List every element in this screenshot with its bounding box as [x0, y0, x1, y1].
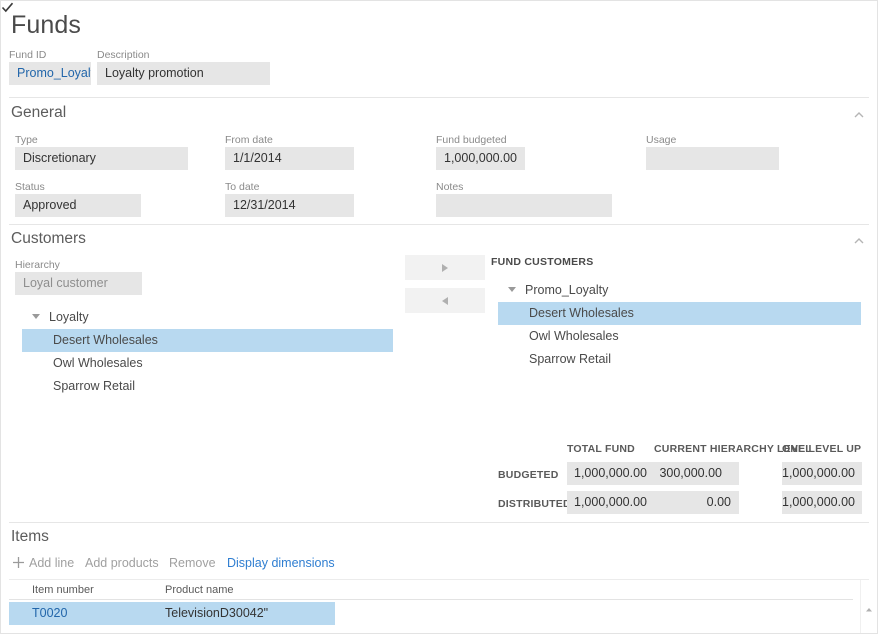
- description-field[interactable]: Loyalty promotion: [97, 62, 270, 85]
- tree-item-label: Desert Wholesales: [53, 333, 158, 347]
- notes-label: Notes: [436, 181, 464, 193]
- items-section-divider: [9, 522, 869, 523]
- type-field[interactable]: Discretionary: [15, 147, 188, 170]
- usage-label: Usage: [646, 134, 677, 146]
- from-date-label: From date: [225, 134, 273, 146]
- matrix-column-header: TOTAL FUND: [567, 443, 635, 455]
- matrix-cell-distributed-one-level-up[interactable]: 1,000,000.00: [782, 491, 862, 514]
- tree-item-label: Promo_Loyalty: [525, 283, 609, 297]
- chevron-up-icon[interactable]: [853, 235, 865, 247]
- tree-leaf[interactable]: Sparrow Retail: [498, 348, 861, 371]
- from-date-field[interactable]: 1/1/2014: [225, 147, 354, 170]
- triangle-left-icon: [442, 296, 448, 305]
- to-date-label: To date: [225, 181, 260, 193]
- matrix-cell-distributed-current-level[interactable]: 0.00: [654, 491, 739, 514]
- fund-customers-tree: Promo_Loyalty Desert Wholesales Owl Wholes…: [498, 279, 861, 371]
- general-section-title: General: [11, 104, 67, 121]
- hierarchy-label: Hierarchy: [15, 259, 60, 271]
- items-section-title: Items: [11, 528, 49, 545]
- fund-id-field[interactable]: Promo_Loyalty: [9, 62, 91, 85]
- matrix-cell-budgeted-current-level[interactable]: 300,000.00: [654, 462, 739, 485]
- customers-section-title: Customers: [11, 230, 86, 247]
- tree-node[interactable]: Promo_Loyalty: [498, 279, 861, 302]
- display-dimensions-button[interactable]: Display dimensions: [227, 556, 335, 570]
- plus-icon[interactable]: [12, 556, 25, 569]
- type-label: Type: [15, 134, 38, 146]
- matrix-row-header: DISTRIBUTED: [498, 498, 571, 510]
- tree-leaf[interactable]: Desert Wholesales: [498, 302, 861, 325]
- tree-node[interactable]: Loyalty: [22, 306, 393, 329]
- matrix-cell-budgeted-total[interactable]: 1,000,000.00: [567, 462, 655, 485]
- fund-id-label: Fund ID: [9, 49, 47, 61]
- tree-item-label: Sparrow Retail: [529, 352, 611, 366]
- move-right-button[interactable]: [405, 255, 485, 280]
- tree-item-label: Sparrow Retail: [53, 379, 135, 393]
- hierarchy-field[interactable]: Loyal customer: [15, 272, 142, 295]
- tree-item-label: Loyalty: [49, 310, 89, 324]
- general-section-divider: [9, 97, 869, 98]
- status-label: Status: [15, 181, 45, 193]
- fund-budgeted-label: Fund budgeted: [436, 134, 507, 146]
- matrix-column-header: ONE LEVEL UP: [782, 443, 862, 455]
- grid-scrollbar[interactable]: [860, 580, 877, 633]
- cell-item-number[interactable]: T0020: [32, 602, 67, 625]
- triangle-up-icon[interactable]: [861, 602, 877, 618]
- matrix-cell-distributed-total[interactable]: 1,000,000.00: [567, 491, 655, 514]
- to-date-field[interactable]: 12/31/2014: [225, 194, 354, 217]
- funds-page: Funds Fund ID Promo_Loyalty Description …: [0, 0, 878, 634]
- page-title: Funds: [11, 11, 81, 39]
- matrix-cell-budgeted-one-level-up[interactable]: 1,000,000.00: [782, 462, 862, 485]
- grid-header-rule: [9, 599, 853, 600]
- add-line-button[interactable]: Add line: [29, 556, 74, 570]
- triangle-collapse-icon[interactable]: [508, 287, 516, 293]
- tree-leaf[interactable]: Owl Wholesales: [22, 352, 393, 375]
- tree-item-label: Owl Wholesales: [53, 356, 143, 370]
- customers-section-divider: [9, 224, 869, 225]
- description-label: Description: [97, 49, 150, 61]
- fund-budgeted-field[interactable]: 1,000,000.00: [436, 147, 525, 170]
- usage-field[interactable]: [646, 147, 779, 170]
- triangle-collapse-icon[interactable]: [32, 314, 40, 320]
- matrix-row-header: BUDGETED: [498, 469, 559, 481]
- move-left-button[interactable]: [405, 288, 485, 313]
- tree-leaf[interactable]: Desert Wholesales: [22, 329, 393, 352]
- remove-button[interactable]: Remove: [169, 556, 216, 570]
- notes-field[interactable]: [436, 194, 612, 217]
- add-products-button[interactable]: Add products: [85, 556, 159, 570]
- available-customers-tree: Loyalty Desert Wholesales Owl Wholesales Sp…: [22, 306, 393, 398]
- status-field[interactable]: Approved: [15, 194, 141, 217]
- grid-header-divider: [9, 579, 869, 580]
- chevron-up-icon[interactable]: [853, 109, 865, 121]
- tree-leaf[interactable]: Owl Wholesales: [498, 325, 861, 348]
- triangle-right-icon: [442, 263, 448, 272]
- tree-item-label: Owl Wholesales: [529, 329, 619, 343]
- tree-item-label: Desert Wholesales: [529, 306, 634, 320]
- column-header-item-number[interactable]: Item number: [32, 584, 94, 596]
- cell-product-name: TelevisionD30042": [165, 606, 269, 620]
- fund-customers-header: FUND CUSTOMERS: [491, 256, 594, 268]
- tree-leaf[interactable]: Sparrow Retail: [22, 375, 393, 398]
- column-header-product-name[interactable]: Product name: [165, 584, 233, 596]
